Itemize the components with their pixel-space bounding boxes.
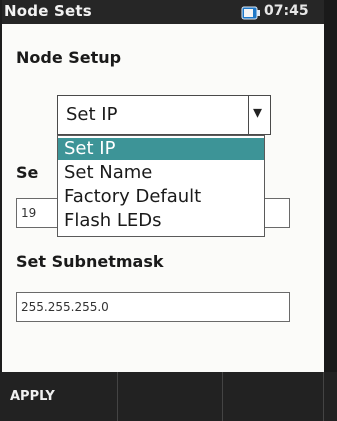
subnet-input-value: 255.255.255.0 [21, 300, 109, 314]
ip-label: Se [16, 163, 39, 182]
select-divider [248, 96, 249, 134]
window-title: Node Sets [4, 2, 92, 20]
apply-button-label: APPLY [10, 389, 55, 404]
status-bar: Node Sets 07:45 [0, 0, 337, 24]
bezel-left [0, 0, 2, 421]
bezel-right [324, 0, 337, 421]
mode-select-value: Set IP [66, 104, 118, 125]
clock: 07:45 [264, 3, 309, 19]
battery-icon [241, 5, 261, 20]
option-flash-leds[interactable]: Flash LEDs [58, 210, 264, 232]
option-set-ip[interactable]: Set IP [58, 138, 264, 160]
chevron-down-icon[interactable]: ▾ [253, 102, 262, 123]
subnet-label: Set Subnetmask [16, 252, 164, 271]
softkey-2[interactable] [118, 372, 223, 421]
mode-dropdown-list: Set IP Set Name Factory Default Flash LE… [57, 135, 265, 237]
page-title: Node Setup [16, 48, 122, 67]
mode-select[interactable]: Set IP ▾ [57, 95, 271, 135]
subnet-input[interactable]: 255.255.255.0 [16, 292, 290, 322]
option-factory-default[interactable]: Factory Default [58, 186, 264, 208]
apply-button[interactable]: APPLY [0, 372, 118, 421]
softkey-3[interactable] [223, 372, 324, 421]
softkey-bar: APPLY [0, 372, 337, 421]
ip-input-value: 19 [21, 206, 37, 220]
option-set-name[interactable]: Set Name [58, 162, 264, 184]
